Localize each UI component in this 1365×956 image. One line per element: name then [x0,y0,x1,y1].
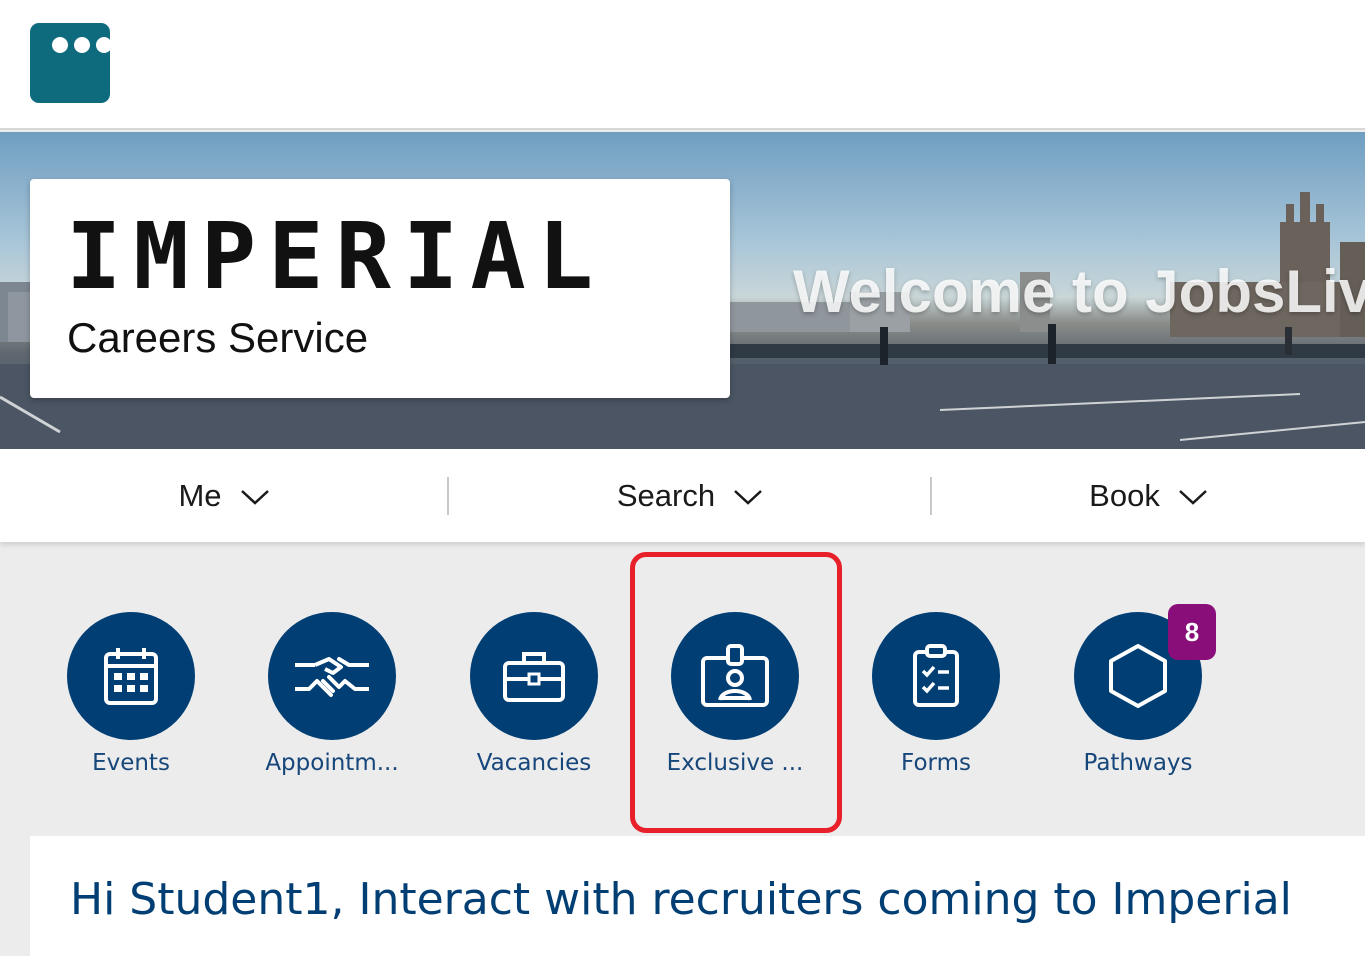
nav-item-label: Me [178,477,222,513]
tile-events[interactable]: Events [31,612,231,776]
content-card: Hi Student1, Interact with recruiters co… [30,836,1365,956]
top-bar [0,0,1365,130]
chevron-down-icon [733,478,763,514]
briefcase-icon [470,612,598,740]
tile-label: Vacancies [476,750,592,776]
nav-item-book[interactable]: Book [932,449,1365,542]
brand-title: IMPERIAL [66,203,606,310]
chevron-down-icon [240,478,270,514]
tile-vacancies[interactable]: Vacancies [434,612,634,776]
brand-subtitle: Careers Service [67,314,369,361]
clipboard-check-icon [872,612,1000,740]
handshake-icon [268,612,396,740]
tile-label: Forms [901,750,971,776]
notification-badge: 8 [1168,604,1216,660]
app-logo-icon[interactable] [30,23,110,103]
brand-card: IMPERIAL Careers Service [30,179,730,398]
nav-item-label: Book [1089,477,1160,513]
tile-exclusive[interactable]: Exclusive ... [635,612,835,776]
tile-label: Events [92,750,170,776]
calendar-icon [67,612,195,740]
nav-item-label: Search [616,477,716,513]
tile-label: Appointm... [265,750,399,776]
welcome-heading: Welcome to JobsLive [793,258,1365,325]
nav-item-me[interactable]: Me [0,449,448,542]
main-nav: Me Search Book [0,449,1365,542]
tile-appointments[interactable]: Appointm... [232,612,432,776]
greeting-heading: Hi Student1, Interact with recruiters co… [70,874,1292,925]
tile-label: Exclusive ... [666,750,804,776]
id-badge-icon [671,612,799,740]
tile-label: Pathways [1083,750,1193,776]
tile-forms[interactable]: Forms [836,612,1036,776]
chevron-down-icon [1178,478,1208,514]
nav-item-search[interactable]: Search [449,449,931,542]
